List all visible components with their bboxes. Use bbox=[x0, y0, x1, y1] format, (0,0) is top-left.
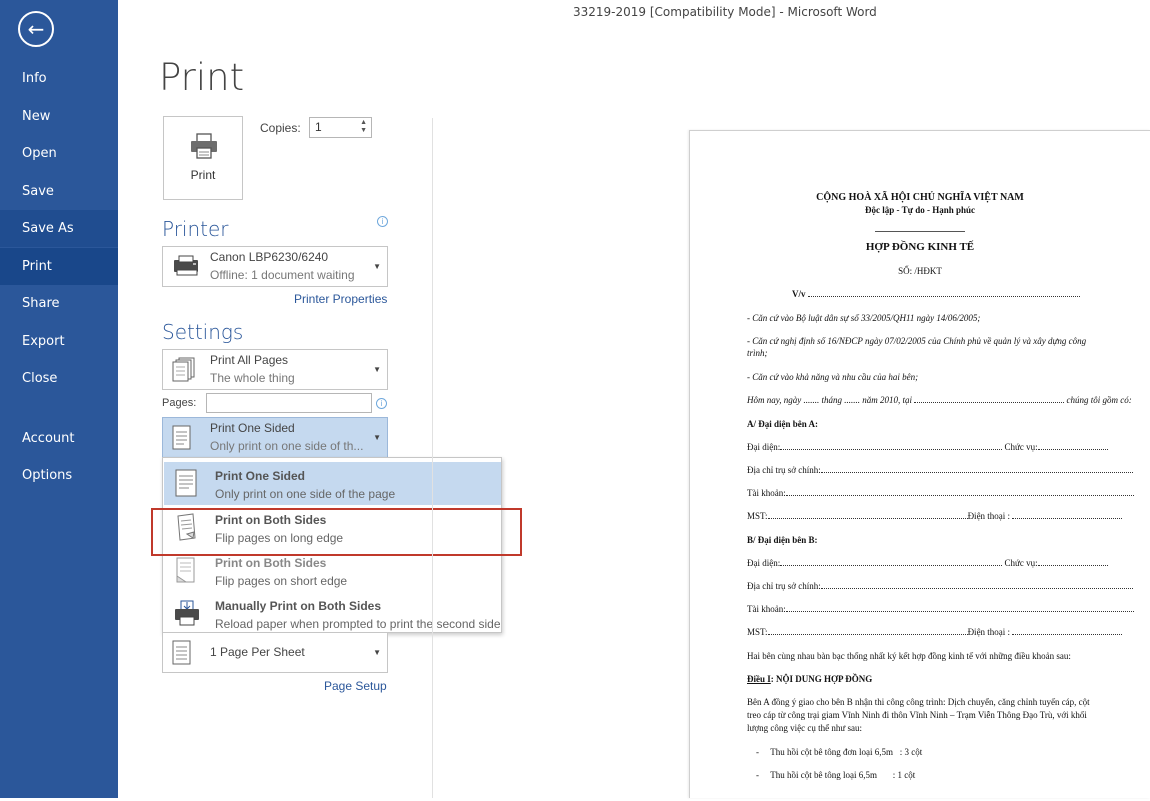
menu-item-title: Print One Sided bbox=[215, 469, 306, 483]
nav-item-close[interactable]: Close bbox=[0, 360, 118, 397]
print-range-dropdown[interactable]: Print All Pages The whole thing ▼ bbox=[162, 349, 388, 390]
printer-properties-link[interactable]: Printer Properties bbox=[294, 292, 387, 306]
printer-device-icon bbox=[171, 254, 203, 285]
nav-item-new[interactable]: New bbox=[0, 98, 118, 135]
menu-item-desc: Only print on one side of the page bbox=[215, 487, 396, 501]
menu-item-title: Print on Both Sides bbox=[215, 556, 327, 570]
nav-item-export[interactable]: Export bbox=[0, 323, 118, 360]
page-single-sided-icon bbox=[173, 468, 199, 503]
print-range-label: Print All Pages bbox=[210, 353, 289, 367]
doc-item-1: - Thu hồi cột bê tông đơn loại 6,5m : 3 … bbox=[756, 747, 923, 757]
nav-item-open[interactable]: Open bbox=[0, 135, 118, 172]
doc-basis-2a: - Căn cứ nghị định số 16/NĐCP ngày 07/02… bbox=[747, 336, 1087, 346]
menu-item-desc: Reload paper when prompted to print the … bbox=[215, 617, 501, 631]
nav-item-account[interactable]: Account bbox=[0, 420, 118, 457]
chevron-down-icon: ▼ bbox=[373, 365, 381, 374]
settings-section-title: Settings bbox=[162, 320, 244, 344]
pages-per-sheet-label: 1 Page Per Sheet bbox=[210, 645, 305, 659]
pages-stack-icon bbox=[171, 357, 197, 388]
doc-party-b: B/ Đại diện bên B: bbox=[747, 535, 818, 545]
doc-a-rep: Đại diện: Chức vụ: bbox=[747, 442, 1108, 452]
nav-item-print[interactable]: Print bbox=[0, 248, 118, 285]
window-title: 33219-2019 [Compatibility Mode] - Micros… bbox=[573, 5, 877, 19]
copies-stepper[interactable]: 1 ▲ ▼ bbox=[309, 117, 372, 138]
printer-status: Offline: 1 document waiting bbox=[210, 268, 355, 282]
nav-item-share[interactable]: Share bbox=[0, 285, 118, 322]
print-button[interactable]: Print bbox=[163, 116, 243, 200]
doc-title: HỢP ĐỒNG KINH TẾ bbox=[865, 241, 975, 253]
menu-item-desc: Flip pages on short edge bbox=[215, 574, 348, 588]
page-single-sided-icon bbox=[171, 640, 193, 671]
doc-motto-underline bbox=[690, 219, 1150, 237]
copies-value: 1 bbox=[315, 120, 322, 134]
pane-divider bbox=[432, 118, 433, 798]
info-icon[interactable]: i bbox=[376, 398, 387, 409]
print-sides-label: Print One Sided bbox=[210, 421, 295, 435]
doc-body-1: Bên A đồng ý giao cho bên B nhận thi côn… bbox=[747, 697, 1090, 707]
highlight-annotation-box bbox=[151, 508, 522, 556]
doc-b-address: Địa chỉ trụ sở chính: bbox=[747, 581, 1133, 591]
doc-a-account: Tài khoản: bbox=[747, 488, 1134, 498]
doc-party-a: A/ Đại diện bên A: bbox=[747, 419, 819, 429]
pages-per-sheet-dropdown[interactable]: 1 Page Per Sheet ▼ bbox=[162, 632, 388, 673]
pages-input[interactable] bbox=[206, 393, 372, 413]
print-preview-page: CỘNG HOÀ XÃ HỘI CHỦ NGHĨA VIỆT NAM Độc l… bbox=[689, 130, 1150, 798]
doc-article-1: Điều I: NỘI DUNG HỢP ĐỒNG bbox=[747, 674, 873, 684]
word-print-backstage: ← Info New Open Save Save As Print Share… bbox=[0, 0, 1150, 801]
duplex-short-edge-icon bbox=[173, 555, 199, 590]
menu-item-manual-duplex[interactable]: Manually Print on Both Sides Reload pape… bbox=[164, 592, 501, 635]
doc-basis-1: - Căn cứ vào Bộ luật dân sự số 33/2005/Q… bbox=[747, 313, 981, 323]
nav-item-options[interactable]: Options bbox=[0, 457, 118, 494]
page-setup-link[interactable]: Page Setup bbox=[324, 679, 387, 693]
manual-duplex-printer-icon bbox=[173, 598, 201, 633]
copies-label: Copies: bbox=[260, 121, 301, 135]
pages-label: Pages: bbox=[162, 397, 197, 409]
doc-national-header: CỘNG HOÀ XÃ HỘI CHỦ NGHĨA VIỆT NAM bbox=[816, 192, 1024, 203]
doc-body-3: lượng công việc cụ thể như sau: bbox=[747, 723, 862, 733]
print-sides-desc: Only print on one side of th... bbox=[210, 439, 364, 453]
doc-b-account: Tài khoản: bbox=[747, 604, 1134, 614]
doc-basis-3: - Căn cứ vào khả năng và nhu cầu của hai… bbox=[747, 372, 919, 382]
print-sides-dropdown[interactable]: Print One Sided Only print on one side o… bbox=[162, 417, 388, 458]
backstage-nav: ← Info New Open Save Save As Print Share… bbox=[0, 0, 118, 798]
spin-arrows-icon[interactable]: ▲ ▼ bbox=[360, 119, 367, 135]
doc-body-2: treo cáp từ công trại giam Vĩnh Ninh đi … bbox=[747, 710, 1087, 720]
page-single-sided-icon bbox=[171, 425, 193, 456]
doc-subject: V/v bbox=[792, 289, 1080, 299]
doc-item-2: - Thu hồi cột bê tông loại 6,5m : 1 cột bbox=[756, 770, 916, 780]
chevron-down-icon: ▼ bbox=[373, 262, 381, 271]
nav-item-save[interactable]: Save bbox=[0, 173, 118, 210]
printer-dropdown[interactable]: Canon LBP6230/6240 Offline: 1 document w… bbox=[162, 246, 388, 287]
printer-name: Canon LBP6230/6240 bbox=[210, 250, 329, 264]
doc-agreement: Hai bên cùng nhau bàn bạc thống nhất ký … bbox=[747, 651, 1071, 661]
menu-item-title: Manually Print on Both Sides bbox=[215, 599, 382, 613]
info-icon[interactable]: i bbox=[377, 216, 388, 227]
menu-item-print-one-sided[interactable]: Print One Sided Only print on one side o… bbox=[164, 462, 501, 505]
print-range-desc: The whole thing bbox=[210, 371, 295, 385]
nav-item-info[interactable]: Info bbox=[0, 60, 118, 97]
nav-item-save-as[interactable]: Save As bbox=[0, 210, 118, 247]
doc-motto: Độc lập - Tự do - Hạnh phúc bbox=[864, 205, 975, 215]
doc-basis-2b: trình; bbox=[747, 348, 768, 358]
doc-a-tax: MST: Điện thoại : bbox=[747, 511, 1123, 521]
doc-b-rep: Đại diện: Chức vụ: bbox=[747, 558, 1108, 568]
doc-b-tax: MST: Điện thoại : bbox=[747, 627, 1123, 637]
doc-date-line: Hôm nay, ngày ....... tháng ....... năm … bbox=[747, 395, 1132, 405]
printer-section-title: Printer bbox=[162, 217, 229, 241]
print-button-label: Print bbox=[190, 168, 216, 182]
printer-icon bbox=[190, 133, 218, 164]
doc-a-address: Địa chỉ trụ sở chính: bbox=[747, 465, 1133, 475]
chevron-down-icon: ▼ bbox=[373, 433, 381, 442]
page-title: Print bbox=[159, 56, 245, 99]
back-arrow-icon[interactable]: ← bbox=[18, 11, 54, 47]
chevron-down-icon: ▼ bbox=[373, 648, 381, 657]
doc-number: SỐ: /HĐKT bbox=[898, 266, 942, 276]
